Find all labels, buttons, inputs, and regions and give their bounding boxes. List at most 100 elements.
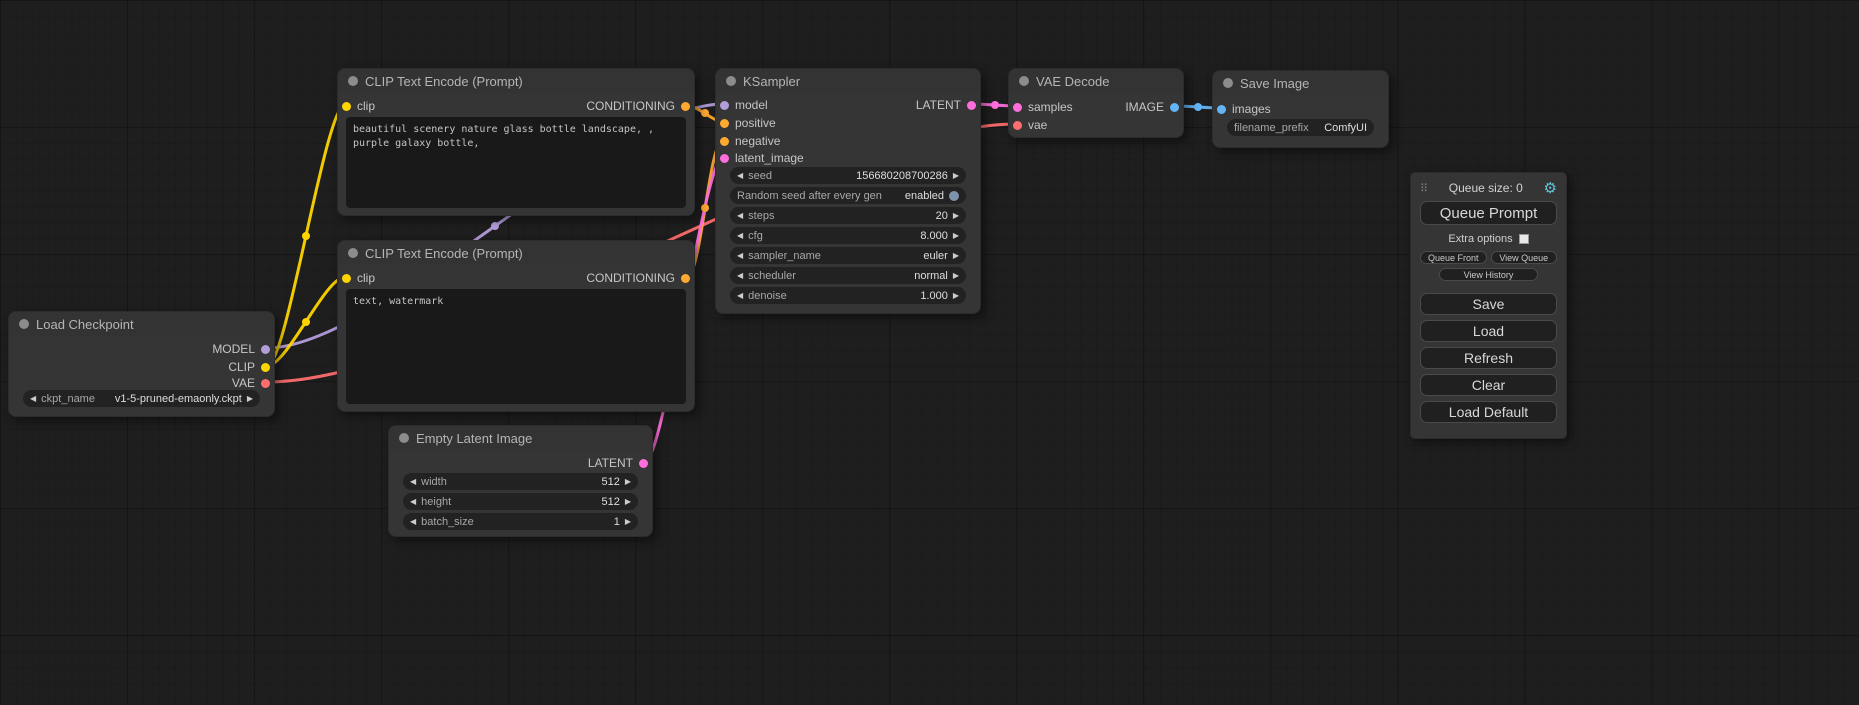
increment-icon[interactable]: ▶ [247, 395, 253, 403]
link-midpoint[interactable] [491, 222, 499, 230]
node-clip-text-encode-negative[interactable]: CLIP Text Encode (Prompt) clip CONDITION… [337, 240, 695, 412]
vae-port-icon[interactable] [1013, 121, 1022, 130]
latent-port-icon[interactable] [967, 101, 976, 110]
widget-random-seed-toggle[interactable]: Random seed after every gen enabled [730, 187, 966, 204]
clear-button[interactable]: Clear [1420, 374, 1557, 396]
widget-seed[interactable]: ◀ seed 156680208700286 ▶ [730, 167, 966, 184]
input-samples[interactable]: samples [1013, 100, 1073, 114]
increment-icon[interactable]: ▶ [953, 292, 959, 300]
output-vae[interactable]: VAE [232, 376, 270, 390]
node-titlebar[interactable]: Empty Latent Image [389, 426, 652, 450]
collapse-dot-icon[interactable] [1019, 76, 1029, 86]
settings-gear-icon[interactable]: ⚙ [1544, 181, 1557, 196]
decrement-icon[interactable]: ◀ [737, 292, 743, 300]
node-ksampler[interactable]: KSampler model positive negative latent_… [715, 68, 981, 314]
clip-port-icon[interactable] [342, 274, 351, 283]
increment-icon[interactable]: ▶ [953, 252, 959, 260]
increment-icon[interactable]: ▶ [953, 212, 959, 220]
node-titlebar[interactable]: Save Image [1213, 71, 1388, 95]
node-titlebar[interactable]: CLIP Text Encode (Prompt) [338, 241, 694, 265]
widget-steps[interactable]: ◀ steps 20 ▶ [730, 207, 966, 224]
output-latent[interactable]: LATENT [588, 456, 648, 470]
conditioning-port-icon[interactable] [681, 102, 690, 111]
node-empty-latent-image[interactable]: Empty Latent Image LATENT ◀ width 512 ▶ … [388, 425, 653, 537]
vae-port-icon[interactable] [261, 379, 270, 388]
decrement-icon[interactable]: ◀ [410, 518, 416, 526]
queue-prompt-button[interactable]: Queue Prompt [1420, 201, 1557, 225]
input-clip[interactable]: clip [342, 271, 375, 285]
decrement-icon[interactable]: ◀ [737, 172, 743, 180]
collapse-dot-icon[interactable] [19, 319, 29, 329]
node-load-checkpoint[interactable]: Load Checkpoint MODEL CLIP VAE ◀ ckpt_na… [8, 311, 275, 417]
widget-scheduler[interactable]: ◀ scheduler normal ▶ [730, 267, 966, 284]
widget-sampler-name[interactable]: ◀ sampler_name euler ▶ [730, 247, 966, 264]
latent-port-icon[interactable] [720, 154, 729, 163]
increment-icon[interactable]: ▶ [625, 518, 631, 526]
link-midpoint[interactable] [1194, 103, 1202, 111]
input-negative[interactable]: negative [720, 134, 780, 148]
input-clip[interactable]: clip [342, 99, 375, 113]
latent-port-icon[interactable] [639, 459, 648, 468]
output-latent[interactable]: LATENT [916, 98, 976, 112]
widget-batch-size[interactable]: ◀ batch_size 1 ▶ [403, 513, 638, 530]
image-port-icon[interactable] [1217, 105, 1226, 114]
collapse-dot-icon[interactable] [348, 248, 358, 258]
node-titlebar[interactable]: KSampler [716, 69, 980, 93]
link-midpoint[interactable] [302, 232, 310, 240]
conditioning-port-icon[interactable] [681, 274, 690, 283]
decrement-icon[interactable]: ◀ [410, 478, 416, 486]
widget-cfg[interactable]: ◀ cfg 8.000 ▶ [730, 227, 966, 244]
input-positive[interactable]: positive [720, 116, 776, 130]
decrement-icon[interactable]: ◀ [30, 395, 36, 403]
queue-menu-panel[interactable]: ⠿ Queue size: 0 ⚙ Queue Prompt Extra opt… [1410, 172, 1567, 439]
link-midpoint[interactable] [701, 109, 709, 117]
link-midpoint[interactable] [991, 101, 999, 109]
input-images[interactable]: images [1217, 102, 1271, 116]
output-clip[interactable]: CLIP [228, 360, 270, 374]
decrement-icon[interactable]: ◀ [737, 232, 743, 240]
widget-ckpt-name[interactable]: ◀ ckpt_name v1-5-pruned-emaonly.ckpt ▶ [23, 390, 260, 407]
prompt-text-input[interactable]: beautiful scenery nature glass bottle la… [346, 117, 686, 208]
refresh-button[interactable]: Refresh [1420, 347, 1557, 369]
node-clip-text-encode-positive[interactable]: CLIP Text Encode (Prompt) clip CONDITION… [337, 68, 695, 216]
image-port-icon[interactable] [1170, 103, 1179, 112]
increment-icon[interactable]: ▶ [625, 478, 631, 486]
save-button[interactable]: Save [1420, 293, 1557, 315]
link-midpoint[interactable] [701, 204, 709, 212]
load-button[interactable]: Load [1420, 320, 1557, 342]
input-model[interactable]: model [720, 98, 768, 112]
model-port-icon[interactable] [261, 345, 270, 354]
widget-width[interactable]: ◀ width 512 ▶ [403, 473, 638, 490]
input-latent-image[interactable]: latent_image [720, 151, 804, 165]
node-titlebar[interactable]: Load Checkpoint [9, 312, 274, 336]
increment-icon[interactable]: ▶ [953, 272, 959, 280]
toggle-indicator-icon[interactable] [949, 191, 959, 201]
link-midpoint[interactable] [302, 318, 310, 326]
decrement-icon[interactable]: ◀ [737, 212, 743, 220]
decrement-icon[interactable]: ◀ [737, 272, 743, 280]
view-history-button[interactable]: View History [1439, 268, 1538, 281]
queue-front-button[interactable]: Queue Front [1420, 251, 1487, 264]
input-vae[interactable]: vae [1013, 118, 1047, 132]
collapse-dot-icon[interactable] [726, 76, 736, 86]
node-save-image[interactable]: Save Image images filename_prefix ComfyU… [1212, 70, 1389, 148]
decrement-icon[interactable]: ◀ [410, 498, 416, 506]
conditioning-port-icon[interactable] [720, 119, 729, 128]
prompt-text-input[interactable]: text, watermark [346, 289, 686, 404]
collapse-dot-icon[interactable] [348, 76, 358, 86]
node-vae-decode[interactable]: VAE Decode samples vae IMAGE [1008, 68, 1184, 138]
model-port-icon[interactable] [720, 101, 729, 110]
conditioning-port-icon[interactable] [720, 137, 729, 146]
output-image[interactable]: IMAGE [1125, 100, 1179, 114]
output-conditioning[interactable]: CONDITIONING [586, 99, 690, 113]
collapse-dot-icon[interactable] [1223, 78, 1233, 88]
widget-height[interactable]: ◀ height 512 ▶ [403, 493, 638, 510]
widget-denoise[interactable]: ◀ denoise 1.000 ▶ [730, 287, 966, 304]
node-titlebar[interactable]: VAE Decode [1009, 69, 1183, 93]
clip-port-icon[interactable] [342, 102, 351, 111]
latent-port-icon[interactable] [1013, 103, 1022, 112]
increment-icon[interactable]: ▶ [625, 498, 631, 506]
decrement-icon[interactable]: ◀ [737, 252, 743, 260]
increment-icon[interactable]: ▶ [953, 172, 959, 180]
drag-handle-icon[interactable]: ⠿ [1420, 182, 1428, 195]
